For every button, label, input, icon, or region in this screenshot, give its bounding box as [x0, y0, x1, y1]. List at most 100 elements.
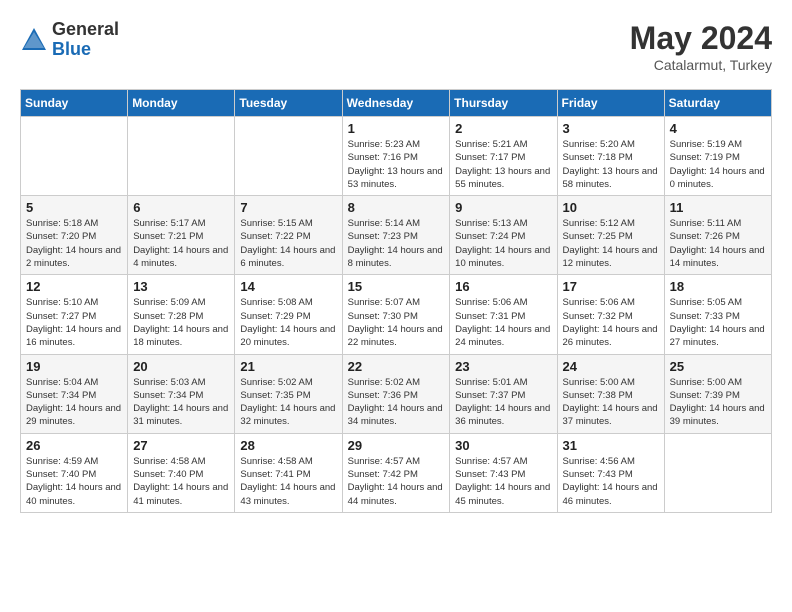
logo-icon	[20, 26, 48, 54]
day-number: 24	[563, 359, 659, 374]
calendar-cell: 20Sunrise: 5:03 AM Sunset: 7:34 PM Dayli…	[128, 354, 235, 433]
day-info: Sunrise: 5:10 AM Sunset: 7:27 PM Dayligh…	[26, 296, 122, 349]
day-number: 30	[455, 438, 551, 453]
calendar-cell: 30 Sunrise: 4:57 AM Sunset: 7:43 PM Dayli…	[450, 433, 557, 512]
day-number: 17	[563, 279, 659, 294]
day-number: 3	[563, 121, 659, 136]
day-info: Sunrise: 5:11 AM Sunset: 7:26 PM Dayligh…	[670, 217, 766, 270]
calendar-cell: 26 Sunrise: 4:59 AM Sunset: 7:40 PM Dayli…	[21, 433, 128, 512]
day-info: Sunrise: 4:58 AM Sunset: 7:40 PM Dayligh…	[133, 455, 229, 508]
day-info: Sunrise: 5:14 AM Sunset: 7:23 PM Dayligh…	[348, 217, 445, 270]
calendar-cell: 8Sunrise: 5:14 AM Sunset: 7:23 PM Daylig…	[342, 196, 450, 275]
day-number: 7	[240, 200, 336, 215]
day-number: 4	[670, 121, 766, 136]
day-info: Sunrise: 5:01 AM Sunset: 7:37 PM Dayligh…	[455, 376, 551, 429]
day-info: Sunrise: 4:57 AM Sunset: 7:43 PM Dayligh…	[455, 455, 551, 508]
calendar-cell: 6 Sunrise: 5:17 AM Sunset: 7:21 PM Daylig…	[128, 196, 235, 275]
day-info: Sunrise: 5:06 AM Sunset: 7:31 PM Dayligh…	[455, 296, 551, 349]
day-number: 6	[133, 200, 229, 215]
calendar-cell: 18 Sunrise: 5:05 AM Sunset: 7:33 PM Dayli…	[664, 275, 771, 354]
calendar-cell: 7 Sunrise: 5:15 AM Sunset: 7:22 PM Daylig…	[235, 196, 342, 275]
day-info: Sunrise: 5:02 AM Sunset: 7:36 PM Dayligh…	[348, 376, 445, 429]
day-number: 21	[240, 359, 336, 374]
day-number: 18	[670, 279, 766, 294]
day-info: Sunrise: 5:23 AM Sunset: 7:16 PM Dayligh…	[348, 138, 445, 191]
day-info: Sunrise: 5:21 AM Sunset: 7:17 PM Dayligh…	[455, 138, 551, 191]
day-info: Sunrise: 5:00 AM Sunset: 7:39 PM Dayligh…	[670, 376, 766, 429]
day-info: Sunrise: 5:08 AM Sunset: 7:29 PM Dayligh…	[240, 296, 336, 349]
location: Catalarmut, Turkey	[630, 57, 772, 73]
calendar-cell: 10Sunrise: 5:12 AM Sunset: 7:25 PM Dayli…	[557, 196, 664, 275]
calendar-cell: 9Sunrise: 5:13 AM Sunset: 7:24 PM Daylig…	[450, 196, 557, 275]
day-info: Sunrise: 5:05 AM Sunset: 7:33 PM Dayligh…	[670, 296, 766, 349]
logo-general-text: General	[52, 20, 119, 40]
calendar-cell	[21, 117, 128, 196]
calendar-cell: 19 Sunrise: 5:04 AM Sunset: 7:34 PM Dayli…	[21, 354, 128, 433]
day-info: Sunrise: 5:20 AM Sunset: 7:18 PM Dayligh…	[563, 138, 659, 191]
day-info: Sunrise: 5:17 AM Sunset: 7:21 PM Dayligh…	[133, 217, 229, 270]
calendar-week-2: 5 Sunrise: 5:18 AM Sunset: 7:20 PM Daylig…	[21, 196, 772, 275]
calendar-header-row: SundayMondayTuesdayWednesdayThursdayFrid…	[21, 90, 772, 117]
day-number: 23	[455, 359, 551, 374]
month-title: May 2024	[630, 20, 772, 57]
calendar-cell: 11Sunrise: 5:11 AM Sunset: 7:26 PM Dayli…	[664, 196, 771, 275]
calendar-cell: 17 Sunrise: 5:06 AM Sunset: 7:32 PM Dayli…	[557, 275, 664, 354]
day-number: 31	[563, 438, 659, 453]
day-number: 10	[563, 200, 659, 215]
calendar-cell	[664, 433, 771, 512]
day-info: Sunrise: 5:15 AM Sunset: 7:22 PM Dayligh…	[240, 217, 336, 270]
day-info: Sunrise: 5:19 AM Sunset: 7:19 PM Dayligh…	[670, 138, 766, 191]
day-number: 22	[348, 359, 445, 374]
calendar-cell: 15Sunrise: 5:07 AM Sunset: 7:30 PM Dayli…	[342, 275, 450, 354]
logo-blue-text: Blue	[52, 40, 119, 60]
day-info: Sunrise: 4:58 AM Sunset: 7:41 PM Dayligh…	[240, 455, 336, 508]
day-info: Sunrise: 4:57 AM Sunset: 7:42 PM Dayligh…	[348, 455, 445, 508]
calendar-week-1: 1 Sunrise: 5:23 AM Sunset: 7:16 PM Daylig…	[21, 117, 772, 196]
day-info: Sunrise: 5:06 AM Sunset: 7:32 PM Dayligh…	[563, 296, 659, 349]
day-number: 27	[133, 438, 229, 453]
calendar-cell: 25 Sunrise: 5:00 AM Sunset: 7:39 PM Dayli…	[664, 354, 771, 433]
calendar-week-4: 19 Sunrise: 5:04 AM Sunset: 7:34 PM Dayli…	[21, 354, 772, 433]
calendar-cell: 27 Sunrise: 4:58 AM Sunset: 7:40 PM Dayli…	[128, 433, 235, 512]
calendar-cell: 28Sunrise: 4:58 AM Sunset: 7:41 PM Dayli…	[235, 433, 342, 512]
day-number: 26	[26, 438, 122, 453]
day-number: 19	[26, 359, 122, 374]
calendar-cell: 4 Sunrise: 5:19 AM Sunset: 7:19 PM Daylig…	[664, 117, 771, 196]
day-number: 5	[26, 200, 122, 215]
calendar-cell: 12 Sunrise: 5:10 AM Sunset: 7:27 PM Dayli…	[21, 275, 128, 354]
calendar-cell: 16Sunrise: 5:06 AM Sunset: 7:31 PM Dayli…	[450, 275, 557, 354]
day-number: 15	[348, 279, 445, 294]
weekday-header-friday: Friday	[557, 90, 664, 117]
day-info: Sunrise: 4:59 AM Sunset: 7:40 PM Dayligh…	[26, 455, 122, 508]
calendar-cell: 31Sunrise: 4:56 AM Sunset: 7:43 PM Dayli…	[557, 433, 664, 512]
calendar-cell: 21 Sunrise: 5:02 AM Sunset: 7:35 PM Dayli…	[235, 354, 342, 433]
page-header: General Blue May 2024 Catalarmut, Turkey	[20, 20, 772, 73]
day-info: Sunrise: 5:18 AM Sunset: 7:20 PM Dayligh…	[26, 217, 122, 270]
day-number: 1	[348, 121, 445, 136]
calendar-cell: 14 Sunrise: 5:08 AM Sunset: 7:29 PM Dayli…	[235, 275, 342, 354]
day-info: Sunrise: 5:03 AM Sunset: 7:34 PM Dayligh…	[133, 376, 229, 429]
day-number: 29	[348, 438, 445, 453]
calendar-cell	[235, 117, 342, 196]
calendar-cell	[128, 117, 235, 196]
weekday-header-sunday: Sunday	[21, 90, 128, 117]
calendar-cell: 3 Sunrise: 5:20 AM Sunset: 7:18 PM Daylig…	[557, 117, 664, 196]
weekday-header-tuesday: Tuesday	[235, 90, 342, 117]
calendar-cell: 2Sunrise: 5:21 AM Sunset: 7:17 PM Daylig…	[450, 117, 557, 196]
day-number: 25	[670, 359, 766, 374]
weekday-header-monday: Monday	[128, 90, 235, 117]
day-number: 14	[240, 279, 336, 294]
day-info: Sunrise: 5:09 AM Sunset: 7:28 PM Dayligh…	[133, 296, 229, 349]
title-block: May 2024 Catalarmut, Turkey	[630, 20, 772, 73]
day-info: Sunrise: 5:04 AM Sunset: 7:34 PM Dayligh…	[26, 376, 122, 429]
calendar-cell: 5 Sunrise: 5:18 AM Sunset: 7:20 PM Daylig…	[21, 196, 128, 275]
calendar-cell: 13Sunrise: 5:09 AM Sunset: 7:28 PM Dayli…	[128, 275, 235, 354]
calendar-week-5: 26 Sunrise: 4:59 AM Sunset: 7:40 PM Dayli…	[21, 433, 772, 512]
day-info: Sunrise: 5:00 AM Sunset: 7:38 PM Dayligh…	[563, 376, 659, 429]
weekday-header-wednesday: Wednesday	[342, 90, 450, 117]
calendar: SundayMondayTuesdayWednesdayThursdayFrid…	[20, 89, 772, 513]
calendar-cell: 29 Sunrise: 4:57 AM Sunset: 7:42 PM Dayli…	[342, 433, 450, 512]
day-info: Sunrise: 5:02 AM Sunset: 7:35 PM Dayligh…	[240, 376, 336, 429]
day-info: Sunrise: 5:13 AM Sunset: 7:24 PM Dayligh…	[455, 217, 551, 270]
day-number: 12	[26, 279, 122, 294]
